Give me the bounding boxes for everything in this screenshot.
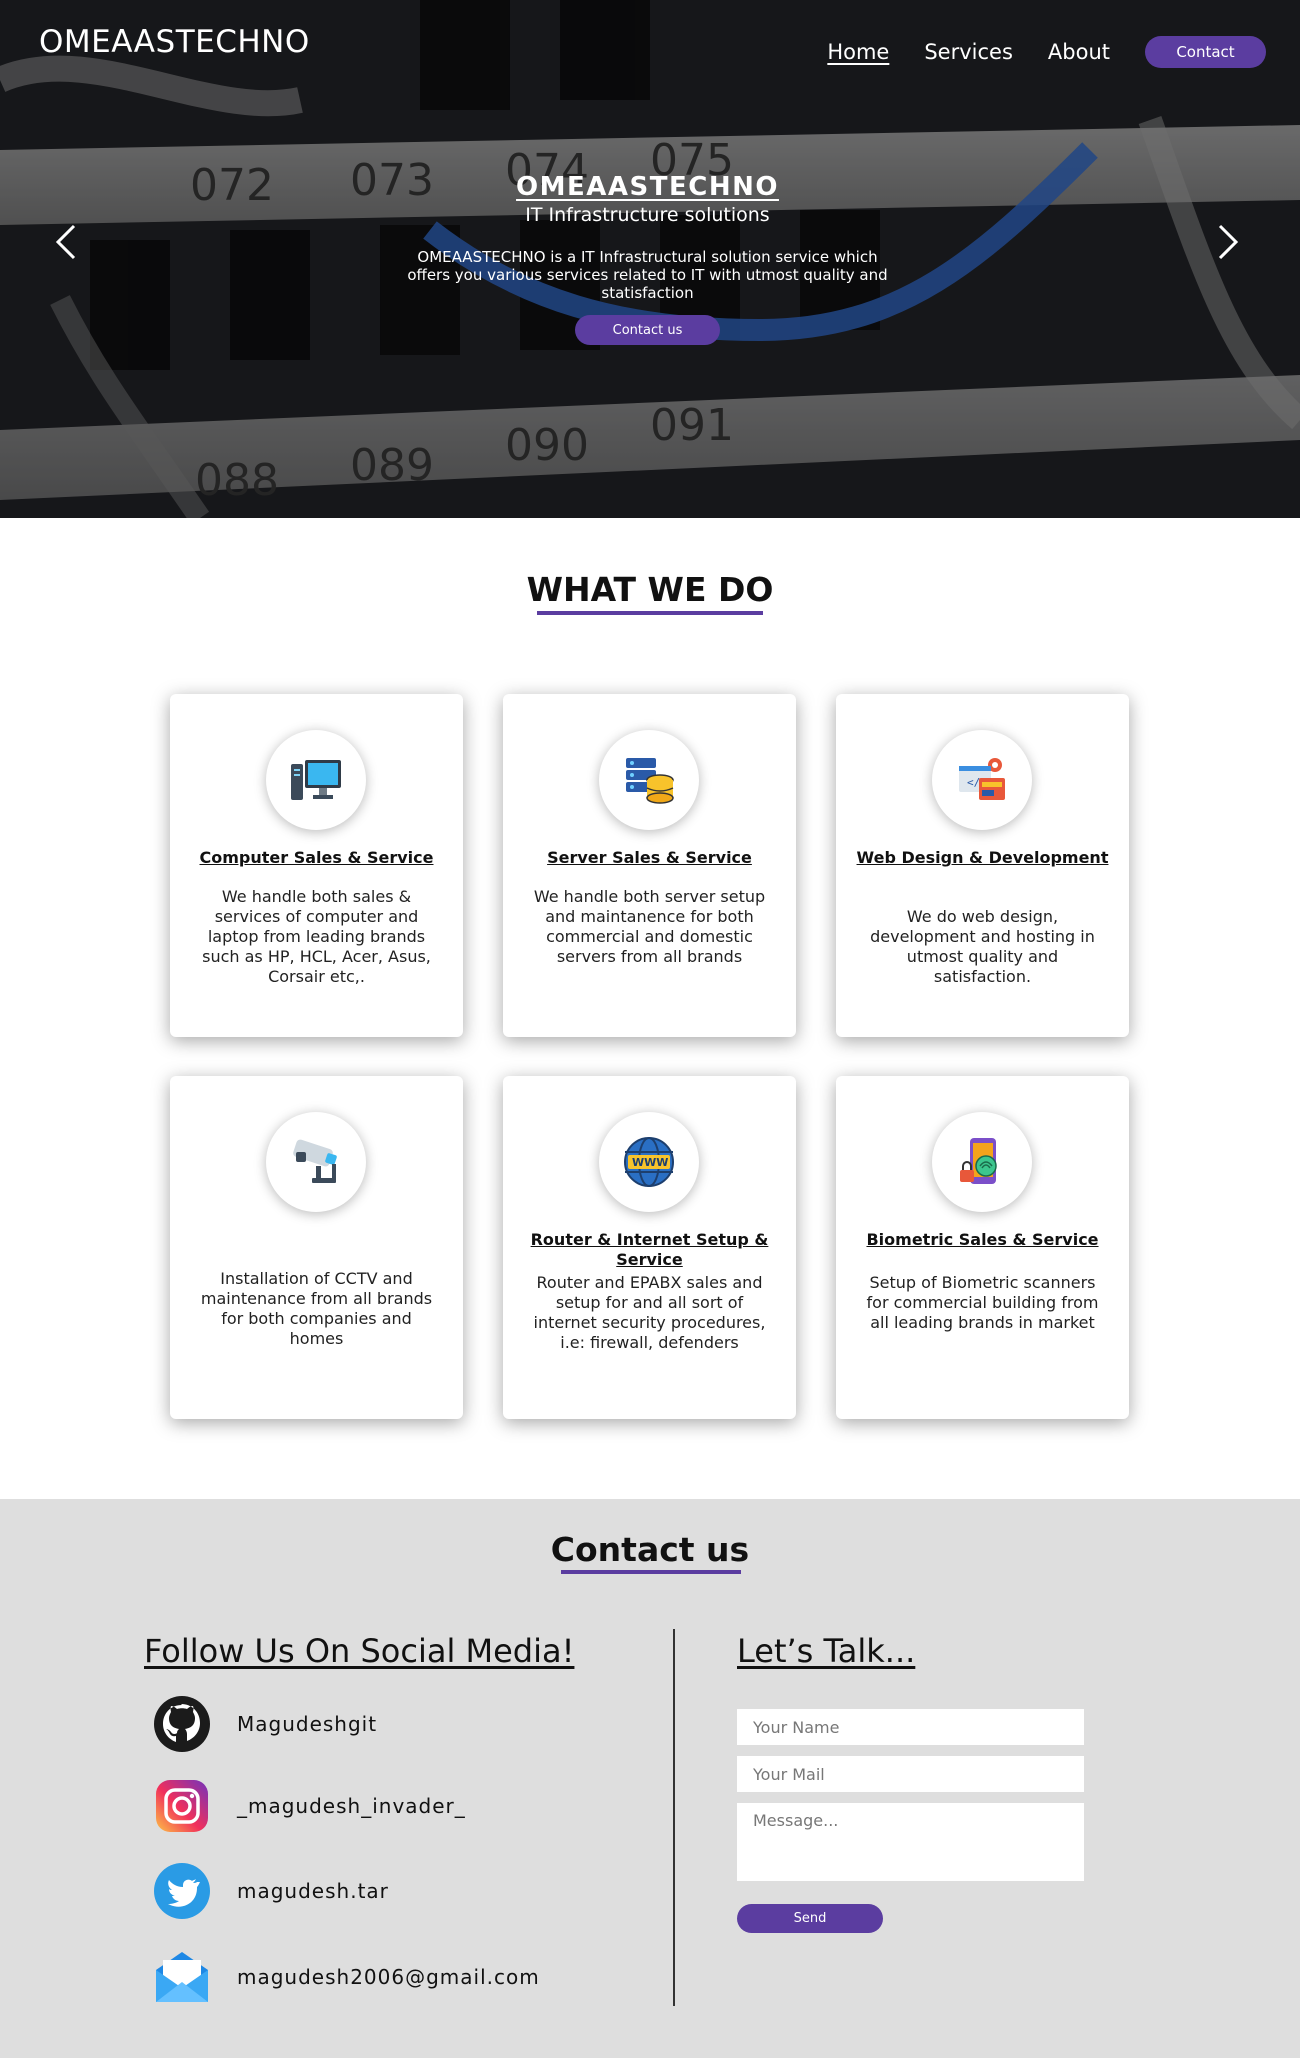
icon-badge (932, 1112, 1032, 1212)
nav-contact-button[interactable]: Contact (1145, 36, 1266, 68)
service-card-biometric: Biometric Sales & Service Setup of Biome… (836, 1076, 1129, 1419)
card-title: Web Design & Development (856, 848, 1109, 867)
follow-us-heading: Follow Us On Social Media! (144, 1632, 575, 1670)
social-link-github[interactable]: Magudeshgit (152, 1694, 377, 1754)
cctv-camera-icon (293, 1139, 337, 1183)
service-card-router: WWW Router & Internet Setup & Service Ro… (503, 1076, 796, 1419)
hero-description: OMEAASTECHNO is a IT Infrastructural sol… (407, 248, 888, 302)
icon-badge (266, 730, 366, 830)
email-field[interactable] (737, 1756, 1084, 1792)
biometric-icon (960, 1138, 997, 1184)
www-globe-icon: WWW (624, 1137, 674, 1187)
card-description: We handle both server setup and maintane… (533, 887, 766, 966)
name-field[interactable] (737, 1709, 1084, 1745)
nav-about[interactable]: About (1048, 40, 1110, 64)
card-description: Setup of Biometric scanners for commerci… (866, 1273, 1099, 1332)
service-card-web-design: </> Web Design & Development We do web d… (836, 694, 1129, 1037)
card-title: Computer Sales & Service (199, 848, 434, 867)
nav-services[interactable]: Services (924, 40, 1013, 64)
icon-badge: WWW (599, 1112, 699, 1212)
service-card-server: Server Sales & Service We handle both se… (503, 694, 796, 1037)
card-description: We do web design, development and hostin… (870, 907, 1095, 986)
contact-section: Contact us Follow Us On Social Media! Ma… (0, 1499, 1300, 2058)
chevron-left-icon[interactable] (52, 222, 82, 262)
social-link-twitter[interactable]: magudesh.tar (152, 1861, 389, 1921)
nav-home[interactable]: Home (827, 40, 889, 64)
icon-badge (599, 730, 699, 830)
computer-icon (291, 760, 341, 800)
icon-badge: </> (932, 730, 1032, 830)
social-link-instagram[interactable]: _magudesh_invader_ (152, 1776, 466, 1836)
services-section: WHAT WE DO Computer Sales & Service We h… (0, 518, 1300, 1499)
hero-content: OMEAASTECHNO IT Infrastructure solutions… (395, 172, 900, 345)
github-icon (154, 1696, 210, 1752)
services-title: WHAT WE DO (526, 570, 774, 609)
svg-text:WWW: WWW (632, 1156, 668, 1169)
icon-badge (266, 1112, 366, 1212)
service-card-computer: Computer Sales & Service We handle both … (170, 694, 463, 1037)
social-name: Magudeshgit (237, 1712, 378, 1736)
hero-subtitle: IT Infrastructure solutions (525, 204, 770, 226)
services-title-underline (537, 611, 763, 615)
card-title: Biometric Sales & Service (866, 1230, 1099, 1249)
social-name: _magudesh_invader_ (237, 1794, 466, 1818)
web-design-icon: </> (959, 758, 1005, 800)
service-card-cctv: Installation of CCTV and maintenance fro… (170, 1076, 463, 1419)
contact-title-underline (561, 1570, 741, 1574)
contact-divider (673, 1629, 675, 2006)
send-button[interactable]: Send (737, 1904, 883, 1933)
social-link-email[interactable]: magudesh2006@gmail.com (152, 1947, 540, 2007)
site-logo[interactable]: OMEAASTECHNO (39, 24, 310, 60)
chevron-right-icon[interactable] (1212, 222, 1242, 262)
twitter-icon (154, 1863, 210, 1919)
social-name: magudesh.tar (237, 1879, 389, 1903)
card-title: Server Sales & Service (547, 848, 752, 867)
hero-banner: 072 073 074 075 088 089 090 091 OMEAASTECHNO H… (0, 0, 1300, 518)
message-field[interactable] (737, 1803, 1084, 1881)
social-name: magudesh2006@gmail.com (237, 1965, 540, 1989)
card-description: We handle both sales & services of compu… (202, 887, 431, 986)
server-icon (626, 758, 674, 804)
mail-icon (156, 1952, 208, 2002)
lets-talk-heading: Let’s Talk... (737, 1632, 916, 1670)
instagram-icon (156, 1780, 208, 1832)
hero-title: OMEAASTECHNO (516, 172, 779, 202)
card-title: Router & Internet Setup & Service (530, 1230, 769, 1269)
main-nav: Home Services About Contact (827, 36, 1266, 68)
card-description: Installation of CCTV and maintenance fro… (200, 1269, 433, 1348)
hero-contact-button[interactable]: Contact us (575, 315, 720, 345)
card-description: Router and EPABX sales and setup for and… (533, 1273, 766, 1352)
contact-title: Contact us (550, 1530, 750, 1569)
